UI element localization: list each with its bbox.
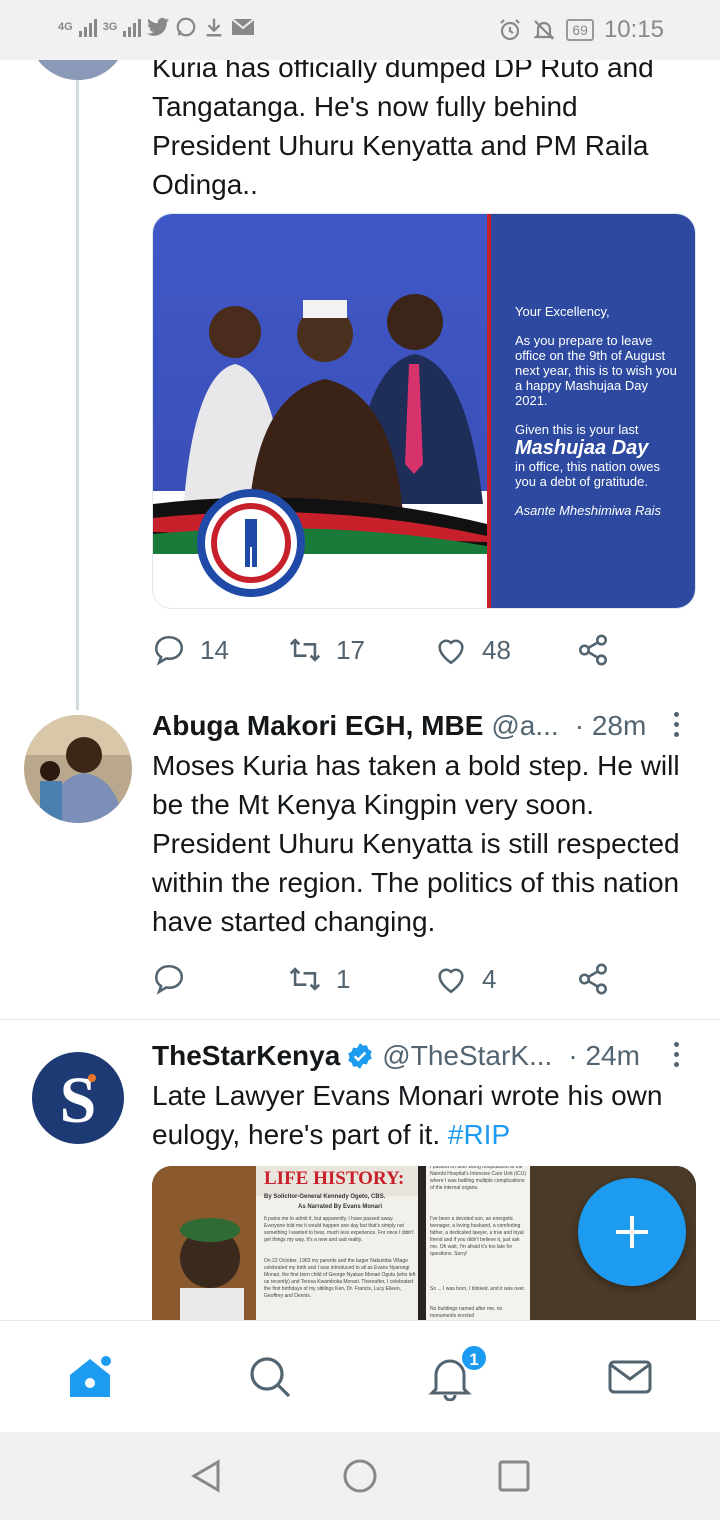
tab-search[interactable] [246, 1353, 294, 1401]
mail-icon [231, 18, 256, 35]
tweet-3-text: Late Lawyer Evans Monari wrote his own e… [152, 1076, 697, 1154]
share-button[interactable] [576, 633, 610, 667]
home-button[interactable] [342, 1458, 378, 1494]
whatsapp-icon [177, 17, 196, 37]
tweet-3-body: Late Lawyer Evans Monari wrote his own e… [152, 1080, 663, 1150]
message-salutation: Your Excellency, [515, 304, 610, 319]
tweet-time: · 28m [574, 710, 647, 741]
tweet-1-image[interactable]: Your Excellency, As you prepare to leave… [152, 213, 696, 609]
recents-button[interactable] [496, 1458, 532, 1494]
eulogy-narrated: As Narrated By Evans Monari [297, 1204, 383, 1210]
message-mashujaa-day: Mashujaa Day [515, 437, 649, 459]
like-count: 4 [482, 963, 497, 994]
message-paragraph-2: Given this is your last Mashujaa Day in … [515, 422, 683, 489]
clock: 10:15 [603, 16, 664, 43]
image-photo-panel [153, 214, 487, 608]
reply-icon [154, 635, 184, 666]
message-p2-end: in office, this nation owes you a debt o… [515, 459, 661, 489]
retweet-icon [289, 967, 321, 991]
like-count: 48 [482, 634, 511, 665]
eulogy-col2-d: No buildings named after me, no monument… [430, 1306, 503, 1319]
avatar-thestarkenya[interactable]: S [32, 1052, 124, 1144]
notifications-badge: 1 [460, 1344, 488, 1372]
author-handle[interactable]: @TheStarK... [382, 1040, 552, 1072]
signal-icon-2 [123, 17, 142, 37]
tab-messages[interactable] [606, 1353, 654, 1401]
compose-tweet-button[interactable] [578, 1178, 686, 1286]
avatar-abuga-makori[interactable] [24, 715, 132, 823]
reply-count: 14 [200, 634, 229, 665]
back-button[interactable] [188, 1458, 224, 1494]
like-button[interactable]: 48 [434, 633, 576, 667]
verified-badge-icon [348, 1043, 372, 1069]
like-button[interactable]: 4 [434, 962, 576, 996]
eulogy-byline: By Solicitor-General Kennedy Ogeto, CBS. [264, 1194, 386, 1200]
tweet-3-header: TheStarKenya @TheStarK... · 24m [152, 1036, 697, 1076]
image-message-panel: Your Excellency, As you prepare to leave… [487, 214, 695, 608]
status-bar: 4G 3G 69 10:15 [0, 0, 720, 60]
envelope-icon [608, 1360, 652, 1394]
signal-icon [78, 17, 97, 37]
chama-cha-kazi-logo [197, 489, 305, 597]
reply-button[interactable] [152, 962, 288, 996]
eulogy-body-1: It pains me to admit it, but apparently,… [264, 1216, 414, 1243]
tweet-2-actions: 1 4 [152, 959, 622, 999]
status-left: 4G 3G [58, 16, 256, 38]
share-icon [578, 634, 608, 666]
reply-button[interactable]: 14 [152, 633, 288, 667]
tweet-separator [0, 1019, 720, 1020]
recents-square-icon [498, 1460, 530, 1492]
author-name[interactable]: TheStarKenya [152, 1040, 340, 1072]
plus-icon [616, 1216, 648, 1248]
thread-connector-line [76, 60, 79, 710]
home-icon [70, 1356, 111, 1397]
timeline-feed[interactable]: Kuria has officially dumped DP Ruto and … [0, 60, 720, 1320]
retweet-count: 1 [336, 963, 351, 994]
tweet-time: · 24m [568, 1040, 640, 1071]
status-right: 69 10:15 [498, 16, 664, 44]
search-icon [250, 1357, 291, 1398]
reply-icon [154, 964, 184, 995]
tweet-2-text: Moses Kuria has taken a bold step. He wi… [152, 750, 680, 937]
message-signoff: Asante Mheshimiwa Rais [515, 503, 661, 518]
retweet-button[interactable]: 17 [288, 633, 434, 667]
system-navigation-bar [0, 1432, 720, 1520]
eulogy-body-2: On 22 October, 1963 my parents and the l… [264, 1258, 416, 1299]
mute-bell-icon [533, 20, 556, 40]
heart-icon [438, 639, 464, 665]
retweet-icon [289, 638, 321, 662]
hashtag-link[interactable]: #RIP [448, 1119, 510, 1150]
eulogy-col2-b: I've been a devoted son, an energetic te… [430, 1216, 524, 1257]
share-icon [578, 963, 608, 995]
avatar-partial[interactable] [28, 60, 128, 80]
download-icon [207, 18, 222, 37]
eulogy-col2-a: I passed on after being hospitalized at … [430, 1166, 526, 1191]
network-type-2: 3G [102, 20, 118, 33]
battery-indicator: 69 [566, 19, 594, 41]
more-options-icon[interactable] [672, 1042, 680, 1072]
tab-home[interactable] [66, 1353, 114, 1401]
alarm-icon [500, 19, 521, 41]
heart-icon [438, 968, 464, 994]
tweet-1-actions: 14 17 48 [152, 630, 622, 670]
retweet-button[interactable]: 1 [288, 962, 434, 996]
home-circle-icon [343, 1459, 377, 1493]
eulogy-col2-c: So ... I was born, I blinked, and it was… [430, 1286, 526, 1292]
message-p2-start: Given this is your last [515, 422, 639, 437]
bottom-tab-bar [0, 1320, 720, 1432]
more-options-icon[interactable] [672, 712, 680, 742]
author-name[interactable]: Abuga Makori EGH, MBE [152, 710, 483, 742]
tweet-2-header: Abuga Makori EGH, MBE @a... · 28m [152, 706, 697, 746]
author-handle[interactable]: @a... [491, 710, 558, 742]
life-history-heading: LIFE HISTORY: [264, 1168, 405, 1189]
twitter-bird-icon [147, 17, 170, 36]
share-button[interactable] [576, 962, 610, 996]
back-triangle-icon [191, 1459, 220, 1493]
tweet-1-text: Kuria has officially dumped DP Ruto and … [152, 60, 654, 200]
retweet-count: 17 [336, 634, 365, 665]
network-type-1: 4G [58, 20, 73, 33]
message-paragraph-1: As you prepare to leave office on the 9t… [515, 333, 677, 408]
